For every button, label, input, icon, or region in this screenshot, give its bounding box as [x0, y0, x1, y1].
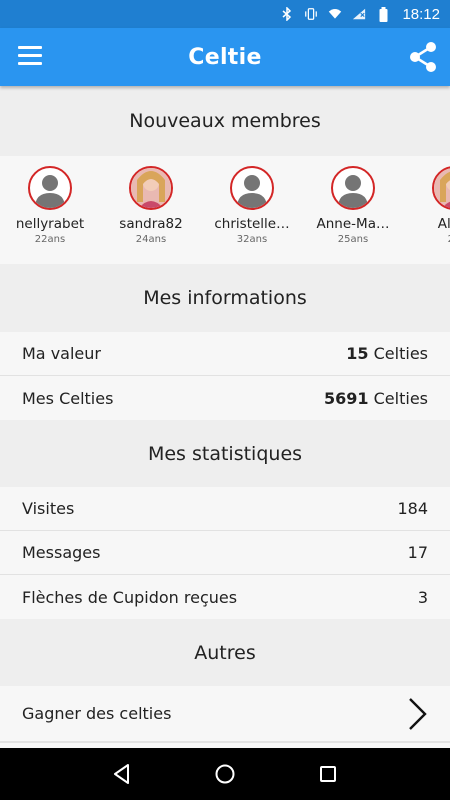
wifi-icon: [328, 7, 342, 21]
home-icon[interactable]: [213, 762, 237, 786]
info-label: Ma valeur: [22, 344, 101, 363]
section-title-my-stats: Mes statistiques: [0, 420, 450, 487]
member-name: nellyrabet: [15, 216, 85, 232]
section-title-new-members: Nouveaux membres: [0, 86, 450, 156]
stat-label: Flèches de Cupidon reçues: [22, 587, 238, 607]
stat-value: 3: [417, 587, 428, 607]
stat-value: 17: [407, 543, 428, 562]
stat-value: 184: [397, 499, 428, 518]
member-photo: [129, 166, 173, 210]
stat-label: Visites: [22, 499, 75, 518]
member-name: Anne-Ma…: [316, 216, 390, 232]
default-avatar-icon: [331, 166, 375, 210]
member-age: 24ans: [135, 234, 167, 245]
clock: 18:12: [402, 5, 440, 23]
new-members-carousel[interactable]: nellyrabet 22ans sandra82 24ans christelle… 3…: [0, 156, 450, 264]
info-row-celties: Mes Celties 5691 Celties: [0, 376, 450, 420]
member-card[interactable]: nellyrabet 22ans: [0, 166, 100, 245]
member-age: 25ans: [337, 234, 369, 245]
member-name: christelle…: [214, 216, 290, 232]
member-card[interactable]: christelle… 32ans: [202, 166, 302, 245]
member-card[interactable]: sandra82 24ans: [101, 166, 201, 245]
system-nav-bar: [0, 748, 450, 800]
stat-row-visits: Visites 184: [0, 487, 450, 531]
member-age: 22ans: [34, 234, 66, 245]
info-value: 15 Celties: [346, 344, 428, 363]
member-name: Alice: [437, 216, 450, 232]
main-content[interactable]: Nouveaux membres nellyrabet 22ans sandra82…: [0, 86, 450, 748]
info-value: 5691 Celties: [324, 388, 428, 408]
stat-row-messages: Messages 17: [0, 531, 450, 575]
info-label: Mes Celties: [22, 388, 114, 408]
battery-icon: [376, 6, 390, 22]
bluetooth-icon: [280, 7, 294, 21]
status-bar: 18:12: [0, 0, 450, 28]
back-icon[interactable]: [110, 762, 134, 786]
member-card[interactable]: Alice 27: [404, 166, 450, 245]
member-card[interactable]: Anne-Ma… 25ans: [303, 166, 403, 245]
section-title-others: Autres: [0, 619, 450, 686]
vibrate-icon: [304, 7, 318, 21]
earn-celties-row[interactable]: Gagner des celties: [0, 686, 450, 742]
chevron-right-icon: [406, 697, 428, 731]
stat-row-cupid-arrows: Flèches de Cupidon reçues 3: [0, 575, 450, 619]
section-title-my-info: Mes informations: [0, 264, 450, 332]
stat-label: Messages: [22, 543, 101, 562]
signal-icon: [352, 7, 366, 21]
recents-icon[interactable]: [316, 762, 340, 786]
earn-celties-label: Gagner des celties: [22, 704, 172, 723]
member-name: sandra82: [119, 216, 183, 232]
app-bar: Celtie: [0, 28, 450, 86]
default-avatar-icon: [28, 166, 72, 210]
share-icon[interactable]: [408, 41, 438, 73]
member-age: 27: [404, 234, 450, 245]
default-avatar-icon: [230, 166, 274, 210]
info-row-value: Ma valeur 15 Celties: [0, 332, 450, 376]
menu-icon[interactable]: [18, 46, 42, 66]
member-photo: [432, 166, 450, 210]
app-title: Celtie: [188, 44, 262, 70]
member-age: 32ans: [236, 234, 268, 245]
